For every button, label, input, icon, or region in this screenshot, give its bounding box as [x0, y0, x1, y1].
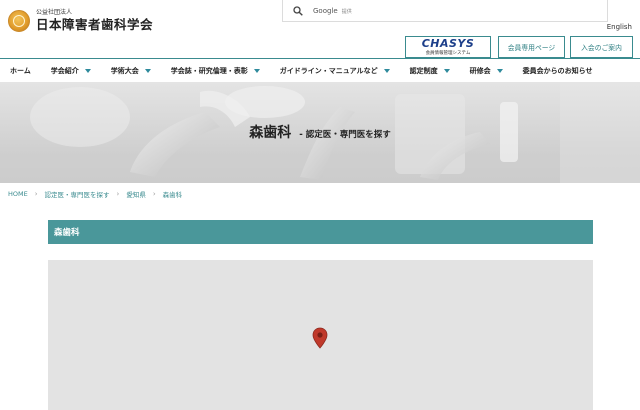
clinic-name-heading: 森歯科: [48, 220, 593, 244]
nav-item-training[interactable]: 研修会: [470, 66, 503, 76]
nav-item-label: ガイドライン・マニュアルなど: [279, 66, 378, 75]
search-provider-label: Google: [313, 6, 338, 15]
chasys-subtitle: 会員情報管理システム: [425, 51, 471, 56]
search-bar[interactable]: Google 提供: [282, 0, 608, 22]
breadcrumb-current: 森歯科: [162, 191, 183, 199]
nav-item-committee-news[interactable]: 委員会からのお知らせ: [523, 66, 593, 76]
member-page-button[interactable]: 会員専用ページ: [498, 36, 565, 58]
caret-down-icon: [144, 68, 151, 73]
caret-down-icon: [443, 68, 450, 73]
nav-item-label: ホーム: [10, 66, 31, 75]
chasys-logo-text: CHASYS: [421, 37, 475, 50]
breadcrumb-home[interactable]: HOME: [8, 190, 28, 198]
search-provider-suffix: 提供: [341, 8, 352, 15]
nav-item-label: 学会紹介: [50, 66, 79, 75]
nav-item-journal[interactable]: 学会誌・研究倫理・表彰: [171, 66, 260, 76]
join-button[interactable]: 入会のご案内: [570, 36, 633, 58]
logo-subtitle: 公益社団法人: [36, 9, 73, 17]
nav-item-label: 認定制度: [409, 66, 438, 75]
clinic-name: 森歯科: [54, 228, 80, 238]
chevron-right-icon: ›: [116, 190, 120, 198]
nav-item-label: 学会誌・研究倫理・表彰: [170, 66, 248, 75]
english-link[interactable]: English: [607, 23, 632, 31]
chasys-button[interactable]: CHASYS 会員情報管理システム: [405, 36, 491, 58]
site-logo[interactable]: 公益社団法人 日本障害者歯科学会: [8, 10, 153, 32]
nav-item-label: 学術大会: [110, 66, 139, 75]
chevron-right-icon: ›: [34, 190, 38, 198]
hero-banner: 森歯科 - 認定医・専門医を探す: [0, 82, 640, 183]
emblem-ring: [13, 15, 25, 27]
caret-down-icon: [253, 68, 260, 73]
nav-item-label: 委員会からのお知らせ: [522, 66, 593, 75]
caret-down-icon: [383, 68, 390, 73]
chasys-logo: CHASYS: [422, 38, 475, 49]
breadcrumb-find-specialist[interactable]: 認定医・専門医を探す: [45, 189, 110, 199]
logo-text: 公益社団法人 日本障害者歯科学会: [36, 10, 153, 32]
search-icon[interactable]: [293, 5, 303, 16]
caret-down-icon: [84, 68, 91, 73]
breadcrumb: HOME › 認定医・専門医を探す › 愛知県 › 森歯科: [8, 189, 182, 199]
page-title-sub: - 認定医・専門医を探す: [299, 130, 391, 140]
search-input[interactable]: Google 提供: [313, 7, 352, 15]
chevron-right-icon: ›: [152, 190, 156, 198]
nav-item-guidelines[interactable]: ガイドライン・マニュアルなど: [280, 66, 390, 76]
nav-item-home[interactable]: ホーム: [10, 66, 31, 76]
nav-item-about[interactable]: 学会紹介: [51, 66, 91, 76]
breadcrumb-prefecture[interactable]: 愛知県: [126, 189, 146, 199]
page-title: 森歯科 - 認定医・専門医を探す: [0, 122, 640, 142]
main-nav: ホーム 学会紹介 学術大会 学会誌・研究倫理・表彰 ガイドライン・マニュアルなど…: [0, 58, 640, 82]
nav-item-conference[interactable]: 学術大会: [111, 66, 151, 76]
caret-down-icon: [496, 68, 503, 73]
page-title-main: 森歯科: [249, 125, 292, 141]
nav-item-label: 研修会: [469, 66, 491, 75]
nav-item-certification[interactable]: 認定制度: [410, 66, 450, 76]
map-pin-icon[interactable]: [312, 327, 328, 349]
society-emblem-icon: [8, 10, 30, 32]
location-map[interactable]: [48, 260, 593, 410]
logo-title: 日本障害者歯科学会: [36, 17, 154, 33]
